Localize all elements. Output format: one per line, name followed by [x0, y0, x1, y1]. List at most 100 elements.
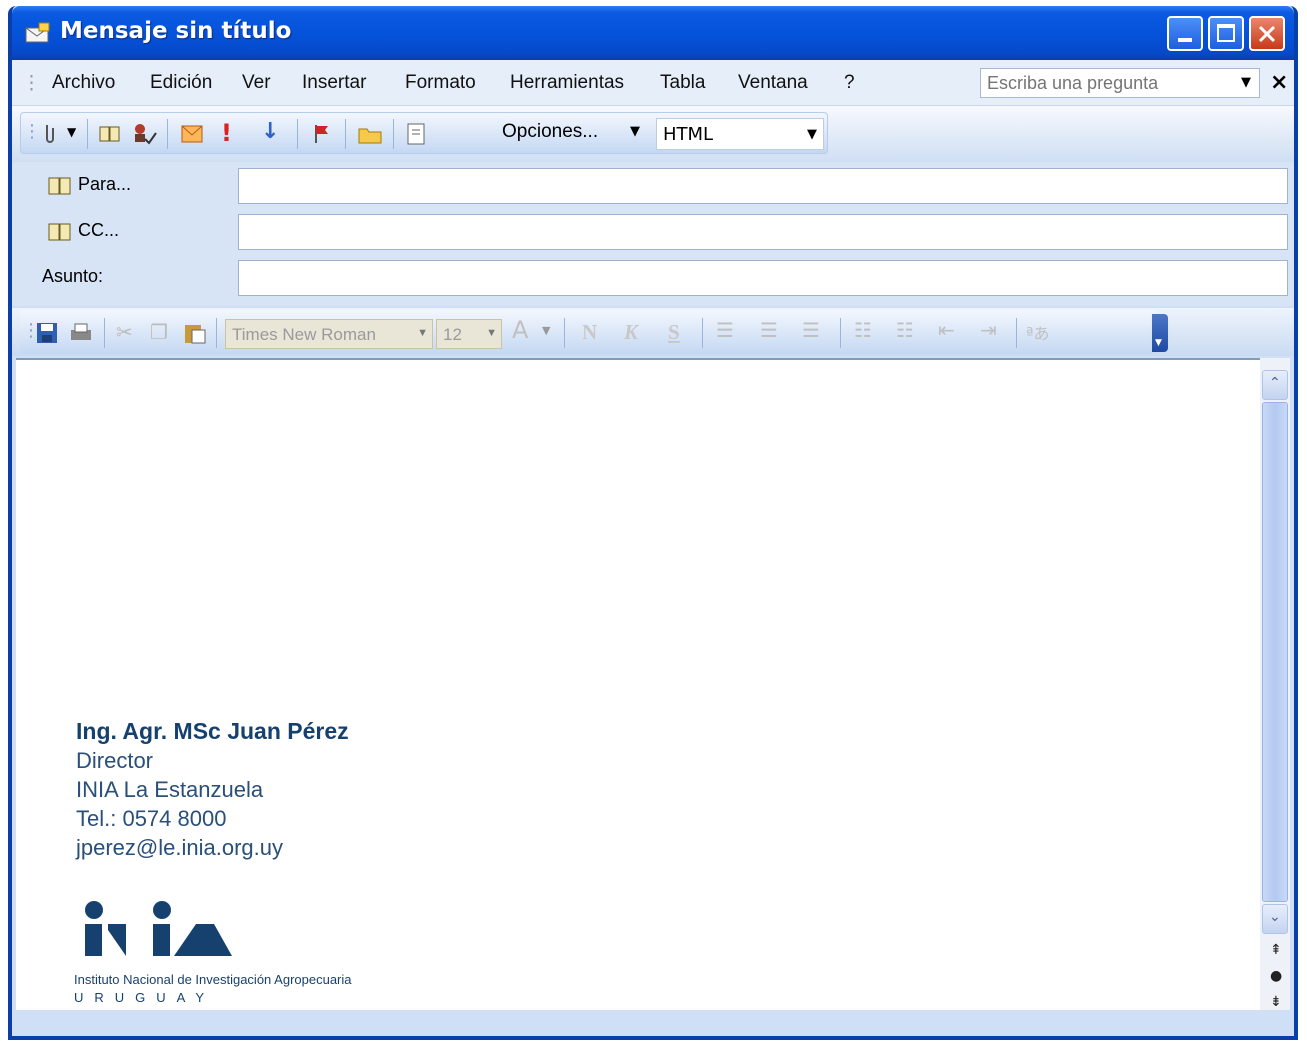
separator: [167, 119, 168, 149]
bold-button[interactable]: N: [582, 320, 597, 345]
envelope-icon: [25, 22, 50, 43]
subject-row: Asunto:: [12, 254, 1294, 306]
chevron-down-icon[interactable]: ▼: [486, 327, 497, 339]
message-format-value: HTML: [663, 124, 714, 145]
signature-name: Ing. Agr. MSc Juan Pérez: [76, 718, 349, 744]
separator: [840, 318, 841, 348]
separator: [297, 119, 298, 149]
print-icon[interactable]: [68, 320, 94, 346]
font-size-value: 12: [443, 325, 462, 344]
close-button[interactable]: [1249, 16, 1285, 51]
numbered-list-icon[interactable]: ☷: [854, 318, 872, 342]
window-title: Mensaje sin título: [60, 18, 292, 44]
options-dropdown-icon[interactable]: ▼: [630, 124, 640, 139]
font-size-select[interactable]: 12 ▼: [436, 319, 502, 349]
underline-button[interactable]: S: [668, 320, 680, 345]
menu-herramientas[interactable]: Herramientas: [510, 72, 624, 94]
help-search-box[interactable]: ▼: [980, 68, 1260, 98]
separator: [393, 119, 394, 149]
menu-tabla[interactable]: Tabla: [660, 72, 705, 94]
scroll-thumb[interactable]: [1262, 402, 1288, 902]
chevron-down-icon[interactable]: ▼: [1241, 75, 1251, 90]
address-book-icon[interactable]: [97, 121, 123, 147]
chevron-down-icon[interactable]: ▼: [807, 127, 817, 142]
menu-formato[interactable]: Formato: [405, 72, 476, 94]
help-search-input[interactable]: [981, 69, 1221, 97]
message-format-select[interactable]: HTML ▼: [656, 118, 824, 150]
previous-page-icon[interactable]: ⇞: [1270, 942, 1282, 958]
title-bar[interactable]: Mensaje sin título: [12, 6, 1294, 60]
copy-icon[interactable]: ❐: [150, 320, 168, 344]
phonetic-guide-icon[interactable]: ªあ: [1026, 320, 1050, 344]
close-icon: [1258, 25, 1276, 43]
bulleted-list-icon[interactable]: ☷: [896, 318, 914, 342]
cc-row: CC...: [12, 208, 1294, 254]
menu-insertar[interactable]: Insertar: [302, 72, 366, 94]
next-page-icon[interactable]: ⇟: [1270, 994, 1282, 1010]
maximize-button[interactable]: [1208, 16, 1244, 51]
logo-country: URUGUAY: [74, 990, 216, 1005]
font-color-dropdown-icon[interactable]: ▼: [542, 324, 550, 337]
menu-edicion[interactable]: Edición: [150, 72, 212, 94]
decrease-indent-icon[interactable]: ⇤: [938, 318, 955, 342]
flag-icon[interactable]: [309, 121, 335, 147]
paste-icon[interactable]: [182, 320, 208, 346]
message-options-icon[interactable]: [179, 121, 205, 147]
cut-icon[interactable]: ✂: [116, 320, 133, 344]
signature-email[interactable]: jperez@le.inia.org.uy: [76, 835, 283, 861]
save-icon[interactable]: [34, 320, 60, 346]
increase-indent-icon[interactable]: ⇥: [980, 318, 997, 342]
align-center-icon[interactable]: ☰: [760, 318, 778, 342]
scroll-down-button[interactable]: ⌄: [1262, 904, 1288, 934]
low-importance-icon[interactable]: ↓: [261, 119, 279, 144]
to-field[interactable]: [238, 168, 1288, 204]
close-doc-icon[interactable]: ×: [1270, 70, 1288, 95]
options-icon[interactable]: [403, 121, 429, 147]
open-folder-icon[interactable]: [357, 121, 383, 147]
logo-caption: Instituto Nacional de Investigación Agro…: [74, 972, 352, 987]
attach-dropdown-icon[interactable]: ▼: [67, 125, 76, 139]
options-button[interactable]: Opciones...: [502, 121, 598, 143]
to-row: Para...: [12, 162, 1294, 208]
separator: [1016, 318, 1017, 348]
high-importance-icon[interactable]: !: [221, 119, 232, 147]
address-book-icon: [48, 223, 71, 241]
chevron-down-icon[interactable]: ▼: [417, 327, 428, 339]
align-right-icon[interactable]: ☰: [802, 318, 820, 342]
vertical-scrollbar[interactable]: ⌃ ⌄ ⇞ ● ⇟: [1260, 358, 1290, 1010]
cc-button[interactable]: CC...: [78, 220, 119, 241]
message-body[interactable]: Ing. Agr. MSc Juan Pérez Director INIA L…: [16, 358, 1260, 1010]
inia-logo: [85, 901, 232, 956]
menu-ventana[interactable]: Ventana: [738, 72, 808, 94]
align-left-icon[interactable]: ☰: [716, 318, 734, 342]
menu-ver[interactable]: Ver: [242, 72, 271, 94]
separator: [87, 119, 88, 149]
minimize-button[interactable]: [1167, 16, 1203, 51]
cc-field[interactable]: [238, 214, 1288, 250]
minimize-icon: [1178, 38, 1192, 42]
toolbar-options-button[interactable]: ▼: [1152, 314, 1168, 352]
signature-phone: Tel.: 0574 8000: [76, 806, 227, 831]
maximize-icon: [1217, 24, 1235, 42]
attach-icon[interactable]: [37, 121, 63, 147]
italic-button[interactable]: K: [624, 320, 638, 345]
grip-handle[interactable]: ⋮: [22, 72, 41, 95]
menu-help[interactable]: ?: [844, 72, 855, 94]
standard-toolbar: ⋮ ▼ ! ↓ Opciones... ▼ HTML ▼: [12, 106, 1294, 162]
scroll-up-button[interactable]: ⌃: [1262, 370, 1288, 400]
to-button[interactable]: Para...: [78, 174, 131, 195]
chevron-up-icon: ⌃: [1269, 375, 1281, 391]
signature-org: INIA La Estanzuela: [76, 777, 264, 802]
check-names-icon[interactable]: [131, 121, 157, 147]
menu-archivo[interactable]: Archivo: [52, 72, 115, 94]
separator: [702, 318, 703, 348]
separator: [104, 318, 105, 348]
font-name-select[interactable]: Times New Roman ▼: [225, 319, 433, 349]
font-color-icon[interactable]: A: [512, 316, 528, 344]
formatting-toolbar: ⋮ ✂ ❐ Times New Roman ▼ 12 ▼ A ▼ N K S ☰…: [12, 308, 1294, 356]
chevron-down-icon: ⌄: [1269, 909, 1281, 925]
browse-object-icon[interactable]: ●: [1270, 968, 1282, 984]
separator: [216, 318, 217, 348]
subject-field[interactable]: [238, 260, 1288, 296]
menu-bar: ⋮ Archivo Edición Ver Insertar Formato H…: [12, 60, 1294, 106]
